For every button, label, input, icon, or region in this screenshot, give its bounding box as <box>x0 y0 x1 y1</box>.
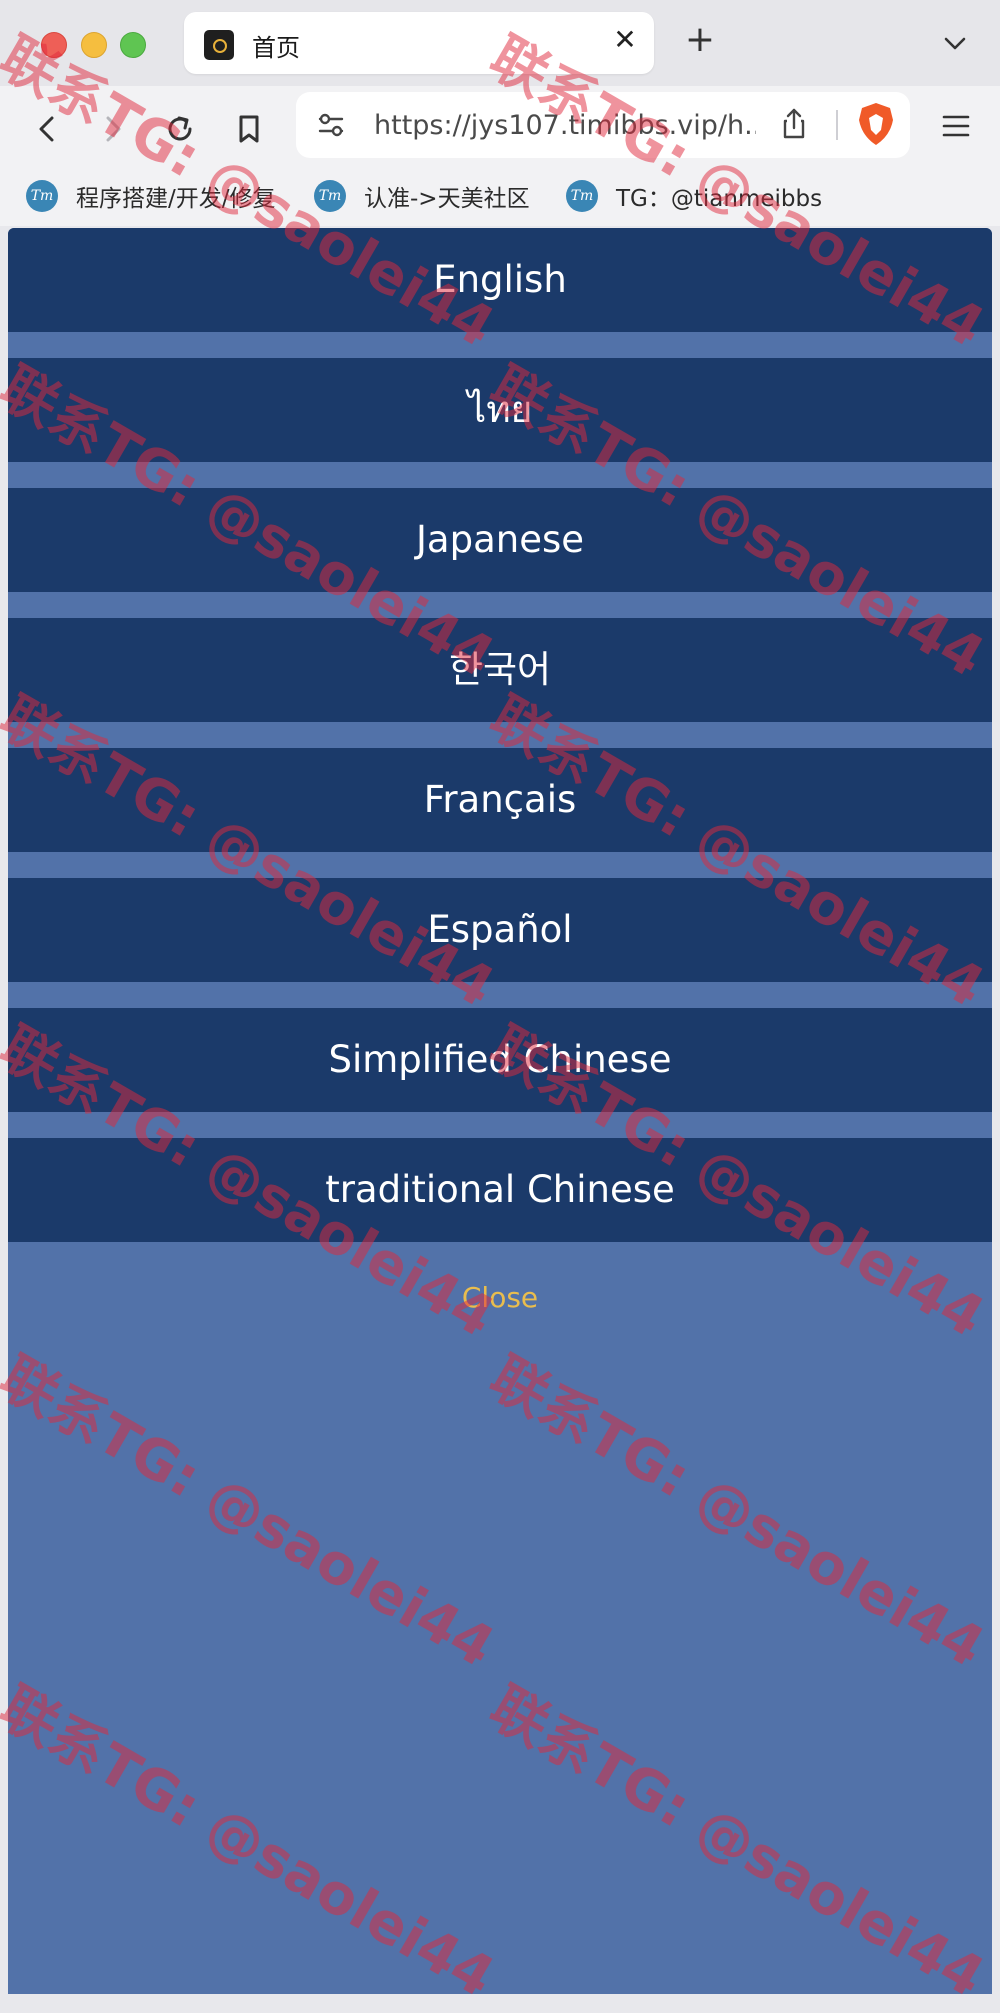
language-option-spanish[interactable]: Español <box>8 878 992 982</box>
bookmark-item[interactable]: Tm 程序搭建/开发/修复 <box>26 176 276 216</box>
chevron-down-icon[interactable] <box>938 26 972 60</box>
bookmark-label: 认准->天美社区 <box>364 186 530 212</box>
bookmark-icon[interactable] <box>224 104 274 154</box>
minimize-window-icon[interactable] <box>81 32 107 58</box>
close-button[interactable]: Close <box>400 1278 600 1318</box>
new-tab-button[interactable]: + <box>682 20 718 60</box>
url-text[interactable]: https://jys107.timibbs.vip/h... <box>374 110 756 142</box>
site-favicon-icon <box>204 30 234 60</box>
site-settings-icon[interactable] <box>312 106 350 144</box>
bookmark-favicon-icon: Tm <box>314 180 346 212</box>
bookmark-item[interactable]: Tm 认准->天美社区 <box>314 176 530 216</box>
language-option-english[interactable]: English <box>8 228 992 332</box>
language-option-japanese[interactable]: Japanese <box>8 488 992 592</box>
tab-close-icon[interactable]: ✕ <box>610 25 640 55</box>
url-separator <box>836 110 838 140</box>
active-tab[interactable]: 首页 ✕ <box>184 12 654 74</box>
back-arrow-icon[interactable] <box>22 104 72 154</box>
bookmark-label: 程序搭建/开发/修复 <box>76 186 276 212</box>
reload-icon[interactable] <box>155 104 205 154</box>
bookmark-label: TG：@tianmeibbs <box>616 186 823 212</box>
brave-shield-icon[interactable] <box>854 100 898 148</box>
language-selector-overlay: English ไทย Japanese 한국어 Français Españo… <box>8 228 992 1994</box>
tab-title: 首页 <box>252 34 300 62</box>
bookmark-favicon-icon: Tm <box>26 180 58 212</box>
navigation-toolbar: https://jys107.timibbs.vip/h... <box>0 86 1000 172</box>
bookmarks-bar: Tm 程序搭建/开发/修复 Tm 认准->天美社区 Tm TG：@tianmei… <box>0 172 1000 226</box>
language-option-thai[interactable]: ไทย <box>8 358 992 462</box>
language-option-simplified-chinese[interactable]: Simplified Chinese <box>8 1008 992 1112</box>
language-option-traditional-chinese[interactable]: traditional Chinese <box>8 1138 992 1242</box>
address-bar[interactable]: https://jys107.timibbs.vip/h... <box>296 92 910 158</box>
language-option-korean[interactable]: 한국어 <box>8 618 992 722</box>
hamburger-menu-icon[interactable] <box>938 108 974 144</box>
tab-strip: 首页 ✕ + <box>0 0 1000 86</box>
close-window-icon[interactable] <box>41 32 67 58</box>
bookmark-favicon-icon: Tm <box>566 180 598 212</box>
bookmark-item[interactable]: Tm TG：@tianmeibbs <box>566 176 822 216</box>
maximize-window-icon[interactable] <box>120 32 146 58</box>
language-option-french[interactable]: Français <box>8 748 992 852</box>
forward-arrow-icon[interactable] <box>88 104 138 154</box>
share-icon[interactable] <box>774 104 814 144</box>
